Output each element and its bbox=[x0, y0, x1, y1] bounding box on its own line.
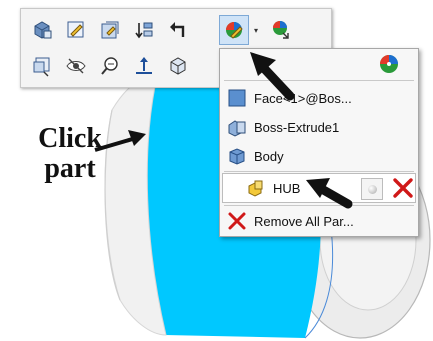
arrow-to-hub bbox=[315, 183, 353, 209]
arrow-to-part bbox=[94, 136, 137, 152]
annotation-arrows bbox=[94, 52, 353, 209]
